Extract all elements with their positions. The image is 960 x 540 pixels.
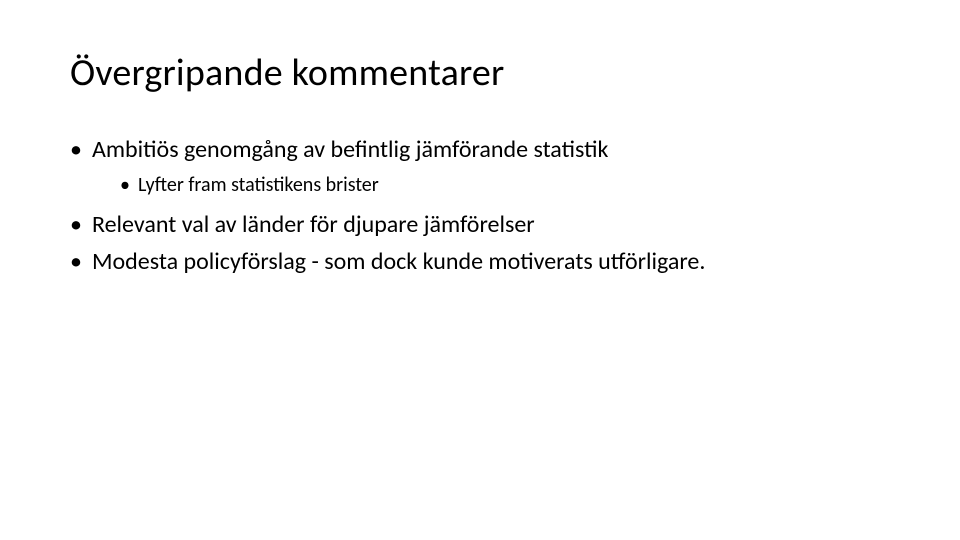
list-item: Ambitiös genomgång av befintlig jämföran…	[70, 134, 890, 199]
list-item-text: Relevant val av länder för djupare jämfö…	[92, 210, 535, 239]
list-item: Modesta policyförslag - som dock kunde m…	[70, 246, 890, 278]
list-item-text: Modesta policyförslag - som dock kunde m…	[92, 247, 705, 276]
list-item: Lyfter fram statistikens brister	[120, 172, 890, 199]
bullet-list: Ambitiös genomgång av befintlig jämföran…	[70, 134, 890, 278]
slide-title: Övergripande kommentarer	[70, 50, 890, 96]
slide: Övergripande kommentarer Ambitiös genomg…	[0, 0, 960, 540]
list-item-text: Ambitiös genomgång av befintlig jämföran…	[92, 135, 608, 164]
sub-bullet-list: Lyfter fram statistikens brister	[92, 172, 890, 199]
list-item: Relevant val av länder för djupare jämfö…	[70, 209, 890, 241]
list-item-text: Lyfter fram statistikens brister	[138, 173, 379, 197]
